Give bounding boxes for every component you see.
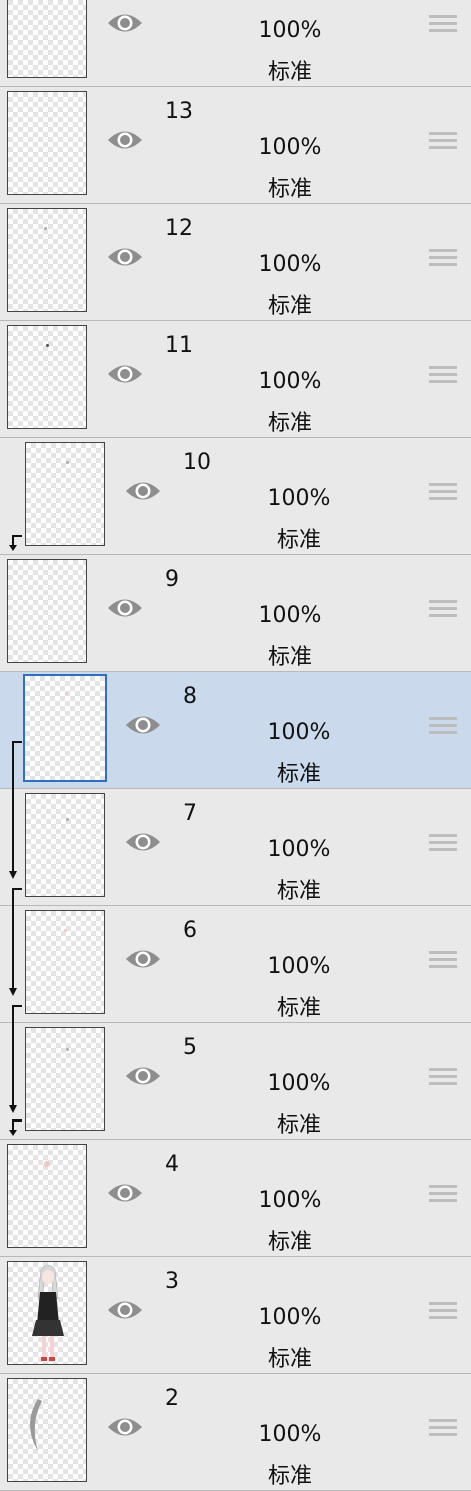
clip-arrow-icon xyxy=(9,535,22,551)
layer-name: 8 xyxy=(183,684,197,709)
layer-thumbnail[interactable] xyxy=(25,1027,105,1131)
layer-blend-mode[interactable]: 标准 xyxy=(249,873,349,905)
layer-thumbnail[interactable] xyxy=(7,208,87,312)
layer-name: 9 xyxy=(165,567,179,592)
drag-handle-icon[interactable] xyxy=(429,132,457,152)
drag-handle-icon[interactable] xyxy=(429,483,457,503)
layer-thumbnail[interactable] xyxy=(25,793,105,897)
clip-arrow-icon xyxy=(9,789,22,906)
layer-opacity: 100% xyxy=(258,1422,322,1447)
layer-name: 11 xyxy=(165,333,193,358)
layer-thumbnail[interactable] xyxy=(7,1261,87,1365)
layer-blend-mode[interactable]: 标准 xyxy=(249,756,349,788)
layer-thumbnail[interactable] xyxy=(7,0,87,78)
layer-name: 4 xyxy=(165,1152,179,1177)
layer-blend-mode[interactable]: 标准 xyxy=(240,1341,340,1373)
eye-icon[interactable] xyxy=(105,1295,145,1325)
layer-row[interactable]: 2 100% 标准 xyxy=(0,1374,471,1491)
crescent-image xyxy=(30,1399,42,1451)
layer-row[interactable]: 13 100% 标准 xyxy=(0,87,471,204)
drag-handle-icon[interactable] xyxy=(429,1068,457,1088)
layer-opacity: 100% xyxy=(267,1071,331,1096)
layer-name: 3 xyxy=(165,1269,179,1294)
layer-opacity: 100% xyxy=(267,486,331,511)
layer-thumbnail[interactable] xyxy=(7,1144,87,1248)
layer-blend-mode[interactable]: 标准 xyxy=(240,1458,340,1490)
layer-opacity: 100% xyxy=(267,954,331,979)
layer-row[interactable]: 9 100% 标准 xyxy=(0,555,471,672)
layer-blend-mode[interactable]: 标准 xyxy=(240,54,340,86)
eye-icon[interactable] xyxy=(105,1412,145,1442)
drag-handle-icon[interactable] xyxy=(429,717,457,737)
drag-handle-icon[interactable] xyxy=(429,366,457,386)
layer-opacity: 100% xyxy=(258,369,322,394)
drag-handle-icon[interactable] xyxy=(429,1185,457,1205)
drag-handle-icon[interactable] xyxy=(429,951,457,971)
eye-icon[interactable] xyxy=(123,944,163,974)
eye-icon[interactable] xyxy=(105,8,145,38)
layer-row[interactable]: 6 100% 标准 xyxy=(0,906,471,1023)
layer-thumbnail[interactable] xyxy=(7,1378,87,1482)
clip-arrow-icon xyxy=(9,1023,22,1123)
clip-arrow-icon xyxy=(9,906,22,1023)
drag-handle-icon[interactable] xyxy=(429,1419,457,1439)
layer-row[interactable]: 11 100% 标准 xyxy=(0,321,471,438)
layer-row[interactable]: 100% 标准 xyxy=(0,0,471,87)
layer-name: 2 xyxy=(165,1386,179,1411)
eye-icon[interactable] xyxy=(123,710,163,740)
layer-row[interactable]: 4 100% 标准 xyxy=(0,1140,471,1257)
layer-thumbnail[interactable] xyxy=(7,325,87,429)
layer-opacity: 100% xyxy=(258,18,322,43)
layer-row[interactable]: 7 100% 标准 xyxy=(0,789,471,906)
drag-handle-icon[interactable] xyxy=(429,1302,457,1322)
layer-name: 5 xyxy=(183,1035,197,1060)
layer-opacity: 100% xyxy=(258,603,322,628)
drag-handle-icon[interactable] xyxy=(429,15,457,35)
drag-handle-icon[interactable] xyxy=(429,249,457,269)
layer-blend-mode[interactable]: 标准 xyxy=(240,288,340,320)
layer-list: 100% 标准 13 100% 标准 12 100% 标准 11 100% 标准… xyxy=(0,0,471,1491)
layer-opacity: 100% xyxy=(258,135,322,160)
layer-opacity: 100% xyxy=(258,1188,322,1213)
eye-icon[interactable] xyxy=(105,359,145,389)
drag-handle-icon[interactable] xyxy=(429,600,457,620)
eye-icon[interactable] xyxy=(123,1061,163,1091)
clip-arrow-icon xyxy=(12,741,22,790)
layer-name: 7 xyxy=(183,801,197,826)
layer-blend-mode[interactable]: 标准 xyxy=(249,1107,349,1139)
eye-icon[interactable] xyxy=(123,476,163,506)
layer-blend-mode[interactable]: 标准 xyxy=(240,1224,340,1256)
layer-blend-mode[interactable]: 标准 xyxy=(249,990,349,1022)
layer-name: 10 xyxy=(183,450,211,475)
layer-opacity: 100% xyxy=(258,1305,322,1330)
drag-handle-icon[interactable] xyxy=(429,834,457,854)
layer-opacity: 100% xyxy=(267,837,331,862)
layer-row[interactable]: 3 100% 标准 xyxy=(0,1257,471,1374)
layer-opacity: 100% xyxy=(258,252,322,277)
layer-row[interactable]: 10 100% 标准 xyxy=(0,438,471,555)
eye-icon[interactable] xyxy=(105,1178,145,1208)
layer-thumbnail[interactable] xyxy=(25,910,105,1014)
layer-row-selected[interactable]: 8 100% 标准 xyxy=(0,672,471,790)
eye-icon[interactable] xyxy=(105,242,145,272)
layer-blend-mode[interactable]: 标准 xyxy=(249,522,349,554)
layer-row[interactable]: 5 100% 标准 xyxy=(0,1023,471,1140)
eye-icon[interactable] xyxy=(123,827,163,857)
layer-thumbnail[interactable] xyxy=(25,442,105,546)
layer-thumbnail[interactable] xyxy=(7,91,87,195)
layer-opacity: 100% xyxy=(267,720,331,745)
layer-name: 13 xyxy=(165,99,193,124)
layer-name: 6 xyxy=(183,918,197,943)
layer-row[interactable]: 12 100% 标准 xyxy=(0,204,471,321)
layer-thumbnail[interactable] xyxy=(23,674,107,782)
layer-thumbnail[interactable] xyxy=(7,559,87,663)
clip-arrow-icon xyxy=(9,1120,22,1136)
layer-name: 12 xyxy=(165,216,193,241)
eye-icon[interactable] xyxy=(105,125,145,155)
eye-icon[interactable] xyxy=(105,593,145,623)
character-figure-image xyxy=(32,1264,64,1361)
layer-blend-mode[interactable]: 标准 xyxy=(240,639,340,671)
layer-blend-mode[interactable]: 标准 xyxy=(240,171,340,203)
layer-blend-mode[interactable]: 标准 xyxy=(240,405,340,437)
